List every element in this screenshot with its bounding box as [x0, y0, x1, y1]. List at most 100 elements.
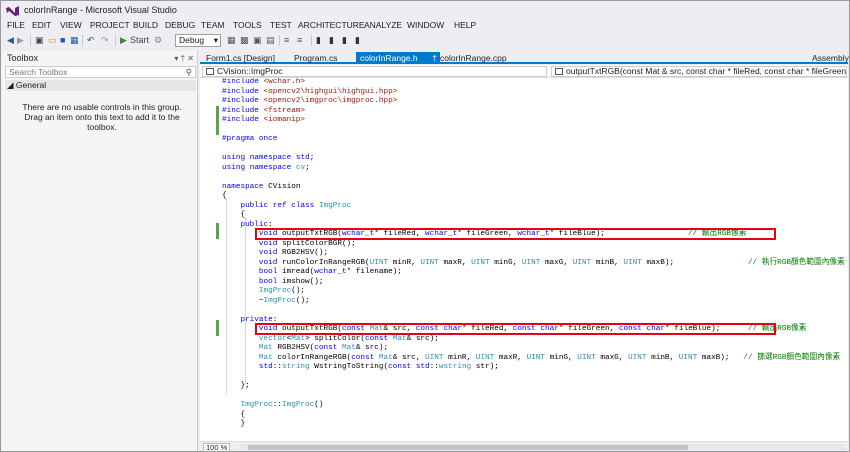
- highlight-box-private-outputTxtRGB: [255, 323, 776, 335]
- code-line[interactable]: #include <wchar.h>: [222, 78, 842, 88]
- pin-icon[interactable]: †: [181, 54, 185, 63]
- save-icon[interactable]: ■: [60, 35, 65, 46]
- change-marker: [216, 320, 219, 336]
- code-line[interactable]: using namespace std;: [222, 154, 842, 164]
- menu-test[interactable]: TEST: [270, 20, 292, 30]
- chevron-down-icon: ▾: [213, 35, 218, 45]
- next-bookmark-icon[interactable]: ▮: [342, 35, 347, 46]
- toolbar-separator: [82, 35, 83, 46]
- code-line[interactable]: Mat RGB2HSV(const Mat& src);: [222, 344, 842, 354]
- code-editor[interactable]: #include <wchar.h> #include <opencv2\high…: [200, 78, 848, 441]
- menu-tools[interactable]: TOOLS: [233, 20, 262, 30]
- pin-menu-icon[interactable]: ▾: [174, 54, 178, 63]
- properties-icon[interactable]: ▣: [253, 35, 262, 46]
- menu-analyze[interactable]: ANALYZE: [364, 20, 402, 30]
- code-line[interactable]: {: [222, 211, 842, 221]
- code-line[interactable]: #include <opencv2\highgui\highgui.hpp>: [222, 88, 842, 98]
- code-line[interactable]: vector<Mat> splitColor(const Mat& src);: [222, 335, 842, 345]
- find-icon[interactable]: ▦: [227, 35, 236, 46]
- tab-form1-design[interactable]: Form1.cs [Design]: [202, 52, 279, 64]
- scope-dropdown[interactable]: CVision::ImgProc: [202, 66, 547, 77]
- comment-icon[interactable]: ≡: [284, 35, 289, 46]
- tab-colorinrange-cpp[interactable]: colorInRange.cpp: [436, 52, 511, 64]
- toolbox-group-general[interactable]: ◢ General: [5, 80, 196, 91]
- code-line[interactable]: using namespace cv;: [222, 164, 842, 174]
- tab-colorinrange-h[interactable]: colorInRange.h †: [356, 52, 440, 64]
- bookmark-icon[interactable]: ▮: [316, 35, 321, 46]
- menu-team[interactable]: TEAM: [201, 20, 225, 30]
- tab-label: colorInRange.h: [360, 53, 418, 63]
- menu-build[interactable]: BUILD: [133, 20, 158, 30]
- toolbar-separator: [279, 35, 280, 46]
- code-line[interactable]: }: [222, 420, 842, 430]
- code-line[interactable]: ImgProc::ImgProc(): [222, 401, 842, 411]
- code-line[interactable]: #include <fstream>: [222, 107, 842, 117]
- save-all-icon[interactable]: ▦: [70, 35, 79, 46]
- new-project-icon[interactable]: ▣: [35, 35, 44, 46]
- toolbar-separator: [115, 35, 116, 46]
- attach-icon[interactable]: ⚙: [154, 35, 162, 46]
- code-line[interactable]: #include <iomanip>: [222, 116, 842, 126]
- code-line[interactable]: [222, 373, 842, 383]
- redo-icon[interactable]: ↷: [101, 35, 109, 46]
- solution-explorer-icon[interactable]: ▩: [240, 35, 249, 46]
- code-line[interactable]: ImgProc();: [222, 287, 842, 297]
- close-icon[interactable]: ✕: [187, 54, 194, 63]
- code-line[interactable]: [222, 126, 842, 136]
- menu-project[interactable]: PROJECT: [90, 20, 130, 30]
- code-line[interactable]: std::string WstringToString(const std::w…: [222, 363, 842, 373]
- start-button[interactable]: Start: [130, 35, 149, 46]
- toolbox-icon[interactable]: ▤: [266, 35, 275, 46]
- code-line[interactable]: void splitColorBGR();: [222, 240, 842, 250]
- menu-bar: FILE EDIT VIEW PROJECT BUILD DEBUG TEAM …: [2, 18, 848, 32]
- back-icon[interactable]: ◀: [7, 35, 14, 46]
- menu-view[interactable]: VIEW: [60, 20, 82, 30]
- title-bar: colorInRange - Microsoft Visual Studio: [2, 2, 848, 18]
- code-line[interactable]: namespace CVision: [222, 183, 842, 193]
- horizontal-scrollbar[interactable]: [240, 444, 845, 451]
- tab-assemblyinfo[interactable]: AssemblyIn: [808, 52, 849, 64]
- code-line[interactable]: public ref class ImgProc: [222, 202, 842, 212]
- menu-file[interactable]: FILE: [7, 20, 25, 30]
- code-line[interactable]: void RGB2HSV();: [222, 249, 842, 259]
- menu-edit[interactable]: EDIT: [32, 20, 51, 30]
- toolbox-search-input[interactable]: Search Toolbox ⚲: [5, 66, 196, 78]
- member-dropdown[interactable]: outputTxtRGB(const Mat & src, const char…: [551, 66, 847, 77]
- collapse-icon: ◢: [7, 80, 14, 90]
- open-file-icon[interactable]: ▭: [48, 35, 57, 46]
- code-line[interactable]: {: [222, 411, 842, 421]
- zoom-level[interactable]: 100 %: [203, 443, 231, 451]
- prev-bookmark-icon[interactable]: ▮: [329, 35, 334, 46]
- code-line[interactable]: {: [222, 192, 842, 202]
- undo-icon[interactable]: ↶: [87, 35, 95, 46]
- search-icon[interactable]: ⚲: [186, 67, 192, 77]
- vs-window: colorInRange - Microsoft Visual Studio F…: [0, 0, 850, 452]
- code-line[interactable]: [222, 392, 842, 402]
- visual-studio-logo-icon: [6, 6, 19, 16]
- editor-margin: [200, 78, 214, 441]
- menu-window[interactable]: WINDOW: [407, 20, 444, 30]
- code-line[interactable]: [222, 306, 842, 316]
- code-line[interactable]: [222, 145, 842, 155]
- code-line[interactable]: #pragma once: [222, 135, 842, 145]
- configuration-select[interactable]: Debug ▾: [175, 34, 221, 47]
- tab-program-cs[interactable]: Program.cs: [290, 52, 341, 64]
- code-line[interactable]: };: [222, 382, 842, 392]
- menu-help[interactable]: HELP: [454, 20, 476, 30]
- clear-bookmarks-icon[interactable]: ▮: [355, 35, 360, 46]
- toolbar-separator: [30, 35, 31, 46]
- menu-debug[interactable]: DEBUG: [165, 20, 195, 30]
- code-line[interactable]: Mat colorInRangeRGB(const Mat& src, UINT…: [222, 354, 842, 364]
- scrollbar-thumb[interactable]: [248, 445, 688, 450]
- forward-icon[interactable]: ▶: [17, 35, 24, 46]
- menu-architecture[interactable]: ARCHITECTURE: [298, 20, 365, 30]
- code-text[interactable]: #include <wchar.h> #include <opencv2\high…: [222, 78, 845, 430]
- code-line[interactable]: ~ImgProc();: [222, 297, 842, 307]
- start-icon[interactable]: ▶: [120, 35, 127, 46]
- code-line[interactable]: bool imread(wchar_t* filename);: [222, 268, 842, 278]
- code-line[interactable]: [222, 173, 842, 183]
- code-line[interactable]: #include <opencv2\imgproc\imgproc.hpp>: [222, 97, 842, 107]
- uncomment-icon[interactable]: ≡: [297, 35, 302, 46]
- code-line[interactable]: bool imshow();: [222, 278, 842, 288]
- code-line[interactable]: void runColorInRangeRGB(UINT minR, UINT …: [222, 259, 845, 269]
